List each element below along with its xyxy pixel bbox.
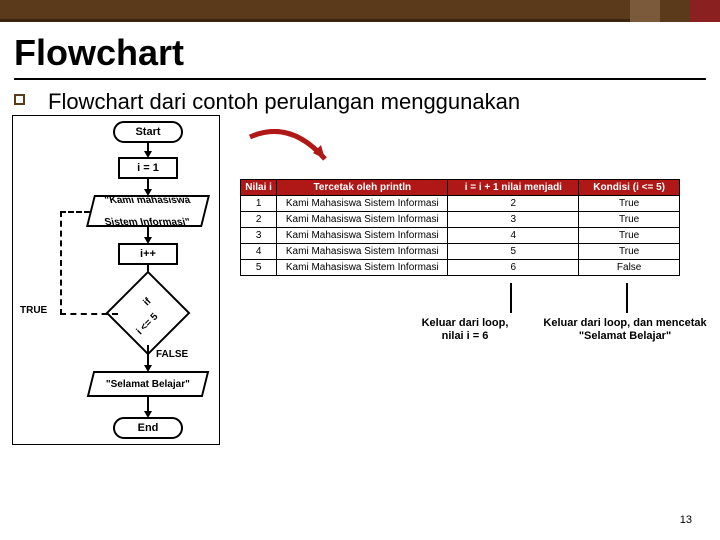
body-bullet-row: Flowchart dari contoh perulangan menggun… xyxy=(0,88,720,117)
th-i-plus-1: i = i + 1 nilai menjadi xyxy=(448,179,579,195)
table-row: 3 Kami Mahasiswa Sistem Informasi 4 True xyxy=(241,227,680,243)
flowchart: Start i = 1 "Kami mahasiswaSistem Inform… xyxy=(18,117,228,497)
table-row: 2 Kami Mahasiswa Sistem Informasi 3 True xyxy=(241,211,680,227)
trace-table: Nilai i Tercetak oleh println i = i + 1 … xyxy=(240,179,680,276)
slide-top-bar xyxy=(0,0,720,22)
th-kondisi: Kondisi (i <= 5) xyxy=(579,179,680,195)
annotation-2: Keluar dari loop, dan mencetak"Selamat B… xyxy=(540,317,710,343)
table-row: 4 Kami Mahasiswa Sistem Informasi 5 True xyxy=(241,243,680,259)
annotation-1: Keluar dari loop,nilai i = 6 xyxy=(400,317,530,343)
th-nilai-i: Nilai i xyxy=(241,179,277,195)
table-header-row: Nilai i Tercetak oleh println i = i + 1 … xyxy=(241,179,680,195)
bullet-marker xyxy=(14,88,48,117)
slide-number: 13 xyxy=(680,514,692,526)
table-row: 5 Kami Mahasiswa Sistem Informasi 6 Fals… xyxy=(241,259,680,275)
table-row: 1 Kami Mahasiswa Sistem Informasi 2 True xyxy=(241,195,680,211)
slide-title: Flowchart xyxy=(0,22,720,78)
topbar-accent xyxy=(630,0,720,22)
th-tercetak: Tercetak oleh println xyxy=(277,179,448,195)
curved-arrow-icon xyxy=(245,129,335,169)
body-text: Flowchart dari contoh perulangan menggun… xyxy=(48,88,520,117)
title-rule xyxy=(14,78,706,80)
content-area: Start i = 1 "Kami mahasiswaSistem Inform… xyxy=(0,117,720,527)
